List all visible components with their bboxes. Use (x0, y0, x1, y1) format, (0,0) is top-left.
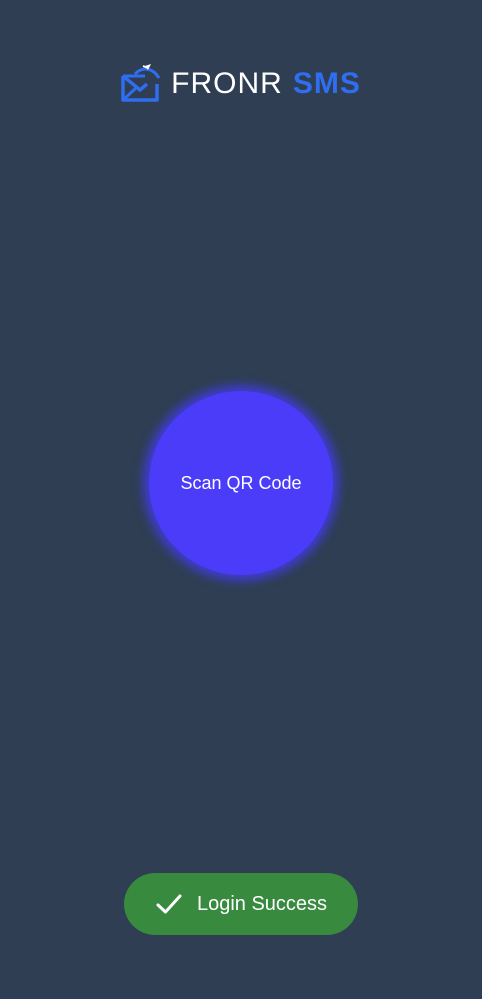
app-screen: FRONR SMS Scan QR Code Login Success (0, 0, 482, 999)
envelope-send-icon (121, 64, 161, 104)
scan-qr-code-button[interactable]: Scan QR Code (149, 391, 333, 575)
brand-name: FRONR (171, 67, 283, 100)
app-title: FRONR SMS (171, 69, 361, 99)
app-logo: FRONR SMS (0, 64, 482, 104)
toast-message: Login Success (196, 892, 328, 915)
brand-accent: SMS (292, 67, 361, 100)
login-success-toast: Login Success (124, 873, 358, 935)
check-icon (155, 890, 183, 918)
